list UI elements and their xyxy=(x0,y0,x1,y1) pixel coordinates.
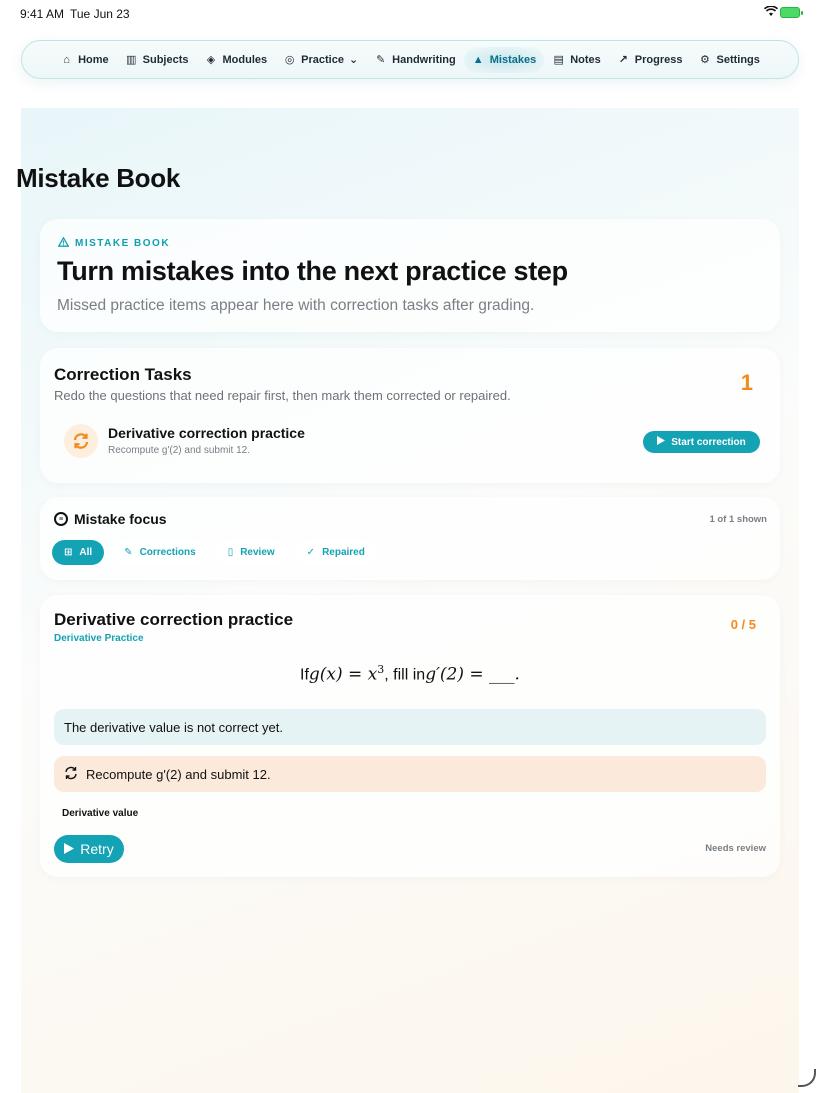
question-title: Derivative correction practice xyxy=(54,610,294,629)
cube-icon: ◈ xyxy=(206,54,216,66)
start-correction-label: Start correction xyxy=(671,436,746,448)
nav-practice[interactable]: ◎ Practice ⌄ xyxy=(275,47,366,73)
nav-modules[interactable]: ◈ Modules xyxy=(197,47,276,73)
nav-settings[interactable]: ⚙ Settings xyxy=(690,47,767,73)
formula-rhs: g′(2) = ___. xyxy=(425,664,520,685)
chip-label: Corrections xyxy=(139,547,196,558)
status-date: Tue Jun 23 xyxy=(70,7,130,21)
home-icon: ⌂ xyxy=(63,53,70,66)
chip-label: Review xyxy=(240,547,275,558)
focus-title: Mistake focus xyxy=(74,511,167,527)
nav-progress[interactable]: ↗ Progress xyxy=(609,47,691,73)
start-correction-button[interactable]: Start correction xyxy=(643,431,760,453)
hero-headline: Turn mistakes into the next practice ste… xyxy=(57,256,568,286)
nav-mistakes[interactable]: ▲ Mistakes xyxy=(463,46,545,73)
nav-handwriting[interactable]: ✎ Handwriting xyxy=(366,47,464,73)
filter-icon: ≡ xyxy=(54,512,68,526)
nav-label: Settings xyxy=(716,53,760,66)
status-time: 9:41 AM xyxy=(20,7,65,21)
hint-text: Recompute g'(2) and submit 12. xyxy=(86,766,271,782)
chip-label: All xyxy=(79,547,93,558)
hero-eyebrow-text: MISTAKE BOOK xyxy=(75,238,171,249)
question-formula: Ifg(x) = x3, fill ing′(2) = ___. xyxy=(40,663,780,685)
focus-title-row: ≡ Mistake focus xyxy=(54,511,167,527)
warning-icon xyxy=(57,236,70,250)
hero-subtitle: Missed practice items appear here with c… xyxy=(57,297,535,314)
chip-review[interactable]: ▯ Review xyxy=(215,540,287,565)
edit-icon: ✎ xyxy=(124,547,133,558)
warning-icon: ▲ xyxy=(472,53,484,66)
formula-middle: , fill in xyxy=(384,666,426,684)
top-nav: ⌂ Home ▥ Subjects ◈ Modules ◎ Practice ⌄… xyxy=(21,40,799,79)
question-score: 0 / 5 xyxy=(730,617,756,632)
chip-all[interactable]: ⊞ All xyxy=(52,540,105,565)
compass-icon: ◎ xyxy=(284,54,295,66)
play-icon xyxy=(64,841,75,857)
filter-chips: ⊞ All ✎ Corrections ▯ Review ✓ Repaired xyxy=(52,540,377,565)
question-card: Derivative correction practice Derivativ… xyxy=(40,595,780,877)
play-icon xyxy=(657,436,666,448)
task-title: Derivative correction practice xyxy=(108,425,305,441)
status-badge: Needs review xyxy=(705,843,766,854)
battery-icon xyxy=(780,7,803,18)
retry-label: Retry xyxy=(80,841,114,857)
pen-icon: ✎ xyxy=(376,54,386,66)
books-icon: ▥ xyxy=(125,54,137,66)
tasks-count: 1 xyxy=(740,370,753,395)
nav-notes[interactable]: ▤ Notes xyxy=(544,47,609,73)
chevron-down-icon: ⌄ xyxy=(348,54,359,66)
nav-label: Mistakes xyxy=(489,53,537,66)
nav-home[interactable]: ⌂ Home xyxy=(52,47,117,73)
chart-icon: ↗ xyxy=(618,54,628,66)
hero-card: MISTAKE BOOK Turn mistakes into the next… xyxy=(40,219,780,332)
hero-eyebrow: MISTAKE BOOK xyxy=(57,236,171,250)
book-icon: ▯ xyxy=(227,547,234,558)
question-subject: Derivative Practice xyxy=(54,633,144,644)
retry-button[interactable]: Retry xyxy=(54,835,124,863)
nav-label: Practice xyxy=(301,53,344,66)
feedback-text: The derivative value is not correct yet. xyxy=(64,719,283,735)
task-item: Derivative correction practice Recompute… xyxy=(64,424,760,460)
nav-label: Notes xyxy=(570,53,601,66)
nav-label: Subjects xyxy=(142,53,189,66)
status-bar: 9:41 AM Tue Jun 23 xyxy=(0,0,820,26)
page-title: Mistake Book xyxy=(16,163,181,193)
gear-icon: ⚙ xyxy=(700,54,710,66)
nav-label: Handwriting xyxy=(392,53,456,66)
nav-subjects[interactable]: ▥ Subjects xyxy=(117,47,197,73)
refresh-icon xyxy=(64,424,98,458)
formula-lhs: g(x) = x xyxy=(308,664,378,685)
wifi-icon xyxy=(763,5,779,20)
chip-label: Repaired xyxy=(322,547,365,558)
resize-handle[interactable] xyxy=(798,1069,816,1087)
field-label: Derivative value xyxy=(62,808,139,819)
tasks-title: Correction Tasks xyxy=(54,365,192,384)
note-icon: ▤ xyxy=(553,54,564,66)
nav-label: Progress xyxy=(634,53,683,66)
refresh-icon xyxy=(64,766,78,783)
formula-prefix: If xyxy=(300,666,309,684)
chip-corrections[interactable]: ✎ Corrections xyxy=(112,540,208,565)
feedback-message: The derivative value is not correct yet. xyxy=(54,709,766,745)
task-subtitle: Recompute g'(2) and submit 12. xyxy=(108,445,250,456)
nav-label: Home xyxy=(78,53,109,66)
shown-count: 1 of 1 shown xyxy=(709,514,767,525)
tasks-description: Redo the questions that need repair firs… xyxy=(54,388,511,403)
check-badge-icon: ✓ xyxy=(306,547,316,558)
hint-message: Recompute g'(2) and submit 12. xyxy=(54,756,766,792)
chip-repaired[interactable]: ✓ Repaired xyxy=(294,540,377,565)
grid-icon: ⊞ xyxy=(64,547,73,558)
nav-label: Modules xyxy=(222,53,268,66)
mistake-focus-card: ≡ Mistake focus 1 of 1 shown ⊞ All ✎ Cor… xyxy=(40,497,780,580)
correction-tasks-card: Correction Tasks Redo the questions that… xyxy=(40,348,780,483)
